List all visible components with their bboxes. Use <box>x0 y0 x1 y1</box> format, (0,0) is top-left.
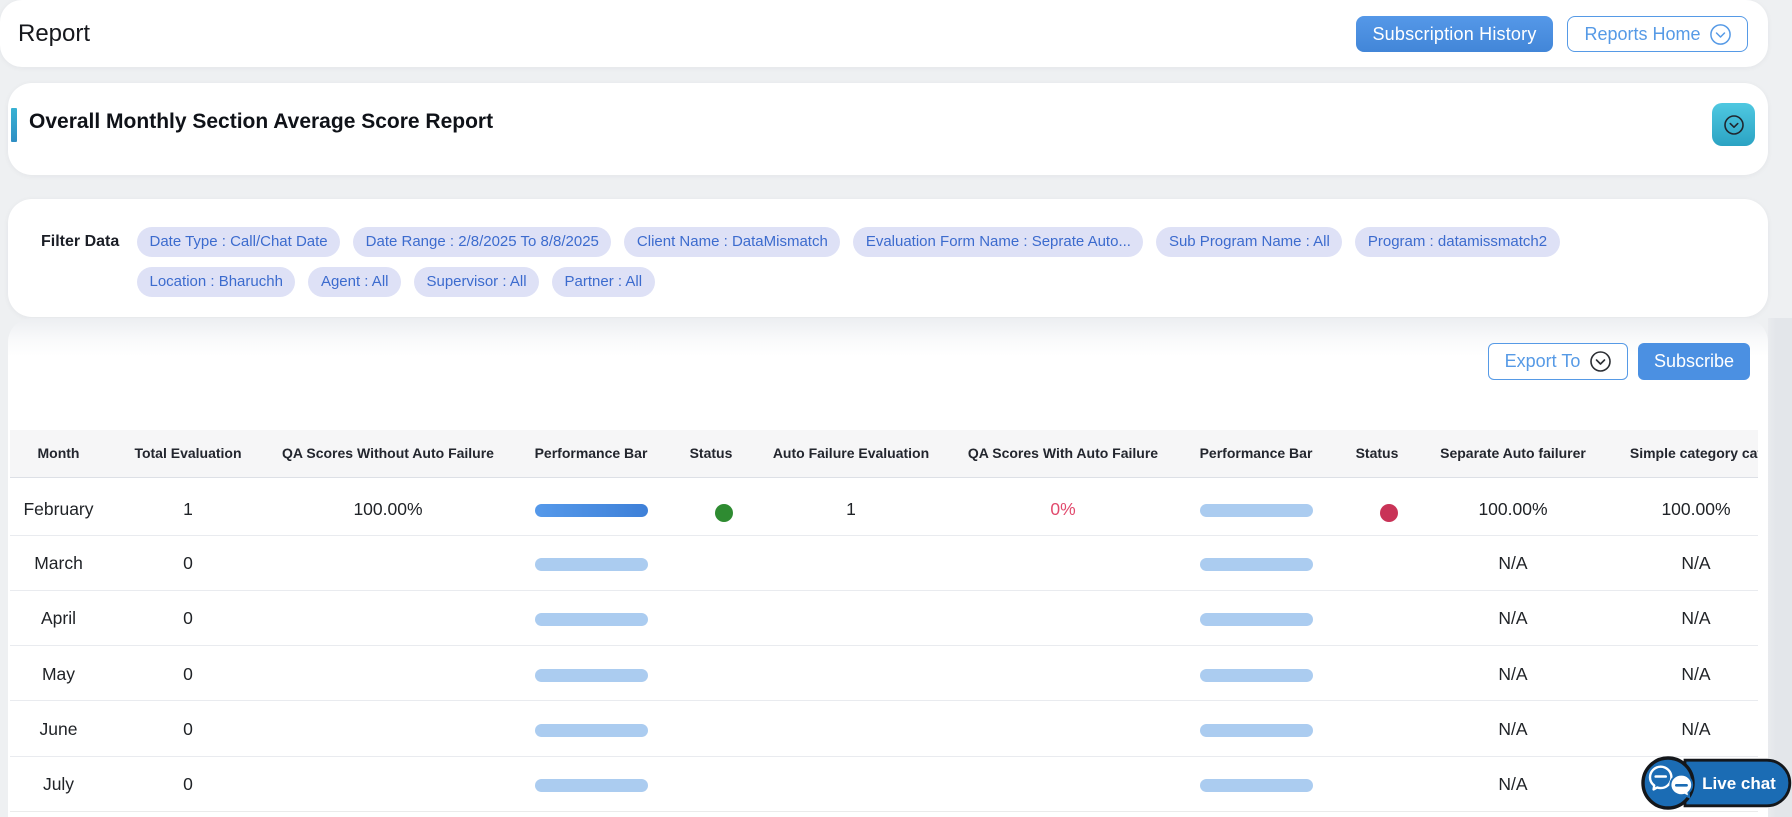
svg-text:Live chat: Live chat <box>1702 774 1776 793</box>
